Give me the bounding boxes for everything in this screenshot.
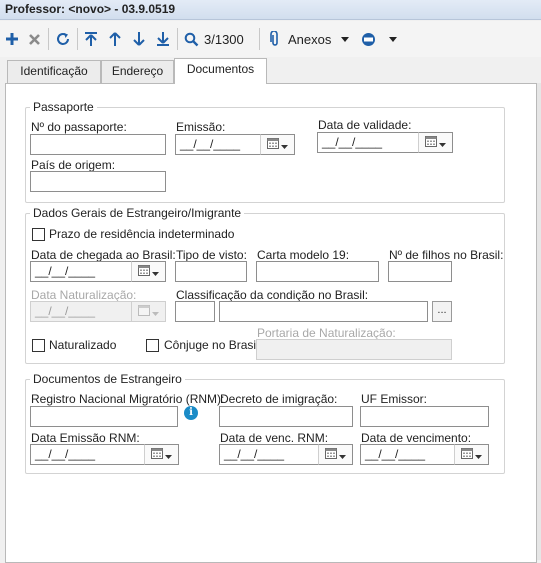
first-record-icon[interactable] bbox=[82, 28, 100, 50]
tipo-visto-label: Tipo de visto: bbox=[176, 248, 247, 262]
conjuge-brasil-checkbox[interactable] bbox=[146, 339, 159, 352]
classificacao-label: Classificação da condição no Brasil: bbox=[176, 288, 369, 302]
validade-label: Data de validade: bbox=[318, 118, 412, 132]
naturalizacao-date-input[interactable]: __/__/____ bbox=[30, 301, 132, 322]
tipo-visto-input[interactable] bbox=[175, 261, 247, 282]
filhos-brasil-input[interactable] bbox=[388, 261, 452, 282]
prazo-indeterminado-checkbox[interactable] bbox=[32, 228, 45, 241]
chevron-down-icon bbox=[165, 448, 172, 462]
tab-documentos[interactable]: Documentos bbox=[174, 58, 267, 84]
classificacao-lookup-button[interactable]: ... bbox=[432, 301, 452, 322]
emissao-rnm-label: Data Emissão RNM: bbox=[31, 431, 140, 445]
emissao-date-input[interactable]: __/__/____ bbox=[175, 134, 261, 155]
conjuge-brasil-label: Cônjuge no Brasil bbox=[164, 338, 259, 352]
next-record-icon[interactable] bbox=[130, 28, 148, 50]
uf-emissor-label: UF Emissor: bbox=[361, 392, 427, 406]
info-icon[interactable]: i bbox=[184, 406, 198, 420]
last-record-icon[interactable] bbox=[154, 28, 172, 50]
venc-rnm-calendar-button[interactable] bbox=[318, 444, 353, 465]
chevron-down-icon bbox=[339, 448, 346, 462]
search-icon[interactable] bbox=[182, 28, 200, 50]
chevron-down-icon bbox=[439, 136, 446, 150]
passport-number-input[interactable] bbox=[30, 134, 166, 155]
chevron-down-icon[interactable] bbox=[339, 28, 351, 50]
calendar-icon bbox=[461, 447, 473, 462]
rnm-input[interactable] bbox=[30, 406, 178, 427]
previous-record-icon[interactable] bbox=[106, 28, 124, 50]
delete-icon[interactable] bbox=[25, 28, 43, 50]
filhos-brasil-label: Nº de filhos no Brasil: bbox=[389, 248, 504, 262]
chevron-down-icon bbox=[152, 265, 159, 279]
venc-rnm-date-input[interactable]: __/__/____ bbox=[219, 444, 319, 465]
chegada-date-input[interactable]: __/__/____ bbox=[30, 261, 132, 282]
validade-date-input[interactable]: __/__/____ bbox=[317, 132, 419, 153]
estrangeiro-title: Dados Gerais de Estrangeiro/Imigrante bbox=[30, 206, 245, 220]
emissao-rnm-date-input[interactable]: __/__/____ bbox=[30, 444, 145, 465]
portaria-input[interactable] bbox=[256, 339, 452, 360]
vencimento-calendar-button[interactable] bbox=[454, 444, 489, 465]
classificacao-code-input[interactable] bbox=[175, 301, 215, 322]
chevron-down-icon bbox=[475, 448, 482, 462]
carta-modelo-input[interactable] bbox=[256, 261, 379, 282]
calendar-icon bbox=[151, 447, 163, 462]
naturalizacao-calendar-button[interactable] bbox=[131, 301, 166, 322]
chegada-label: Data de chegada ao Brasil: bbox=[31, 248, 176, 262]
calendar-icon bbox=[138, 264, 150, 279]
tab-identificacao[interactable]: Identificação bbox=[7, 60, 101, 83]
calendar-icon bbox=[138, 304, 150, 319]
window-title: Professor: <novo> - 03.9.0519 bbox=[0, 0, 541, 20]
record-position: 3/1300 bbox=[204, 31, 244, 47]
calendar-icon bbox=[267, 137, 279, 152]
documentos-title: Documentos de Estrangeiro bbox=[30, 372, 185, 386]
classificacao-description-input[interactable] bbox=[219, 301, 428, 322]
scrollbar[interactable] bbox=[537, 83, 541, 560]
pais-origem-input[interactable] bbox=[30, 171, 166, 192]
chevron-down-icon bbox=[281, 138, 288, 152]
chevron-down-icon bbox=[152, 305, 159, 319]
passport-number-label: Nº do passaporte: bbox=[31, 120, 127, 134]
emissao-label: Emissão: bbox=[176, 120, 226, 134]
attachments-button[interactable]: Anexos bbox=[288, 28, 334, 50]
prazo-indeterminado-label: Prazo de residência indeterminado bbox=[49, 227, 235, 241]
emissao-rnm-calendar-button[interactable] bbox=[144, 444, 179, 465]
carta-modelo-label: Carta modelo 19: bbox=[257, 248, 350, 262]
decreto-input[interactable] bbox=[219, 406, 353, 427]
portaria-label: Portaria de Naturalização: bbox=[257, 326, 396, 340]
vencimento-label: Data de vencimento: bbox=[361, 431, 472, 445]
decreto-label: Decreto de imigração: bbox=[220, 392, 338, 406]
tab-endereco[interactable]: Endereço bbox=[101, 60, 174, 83]
naturalizacao-label: Data Naturalização: bbox=[31, 288, 137, 302]
calendar-icon bbox=[425, 135, 437, 150]
add-icon[interactable] bbox=[3, 28, 21, 50]
toolbar: 3/1300 Anexos bbox=[0, 21, 541, 57]
calendar-icon bbox=[325, 447, 337, 462]
passaporte-title: Passaporte bbox=[30, 100, 97, 114]
uf-emissor-input[interactable] bbox=[360, 406, 489, 427]
vencimento-date-input[interactable]: __/__/____ bbox=[360, 444, 455, 465]
naturalizado-label: Naturalizado bbox=[49, 338, 117, 352]
validade-calendar-button[interactable] bbox=[418, 132, 453, 153]
venc-rnm-label: Data de venc. RNM: bbox=[220, 431, 329, 445]
refresh-icon[interactable] bbox=[53, 28, 73, 50]
paperclip-icon[interactable] bbox=[268, 28, 282, 50]
tab-strip: Identificação Endereço Documentos bbox=[0, 58, 541, 84]
chegada-calendar-button[interactable] bbox=[131, 261, 166, 282]
naturalizado-checkbox[interactable] bbox=[32, 339, 45, 352]
status-icon[interactable] bbox=[358, 28, 378, 50]
pais-origem-label: País de origem: bbox=[31, 158, 116, 172]
rnm-label: Registro Nacional Migratório (RNM): bbox=[31, 392, 225, 406]
chevron-down-icon[interactable] bbox=[387, 28, 399, 50]
emissao-calendar-button[interactable] bbox=[260, 134, 295, 155]
